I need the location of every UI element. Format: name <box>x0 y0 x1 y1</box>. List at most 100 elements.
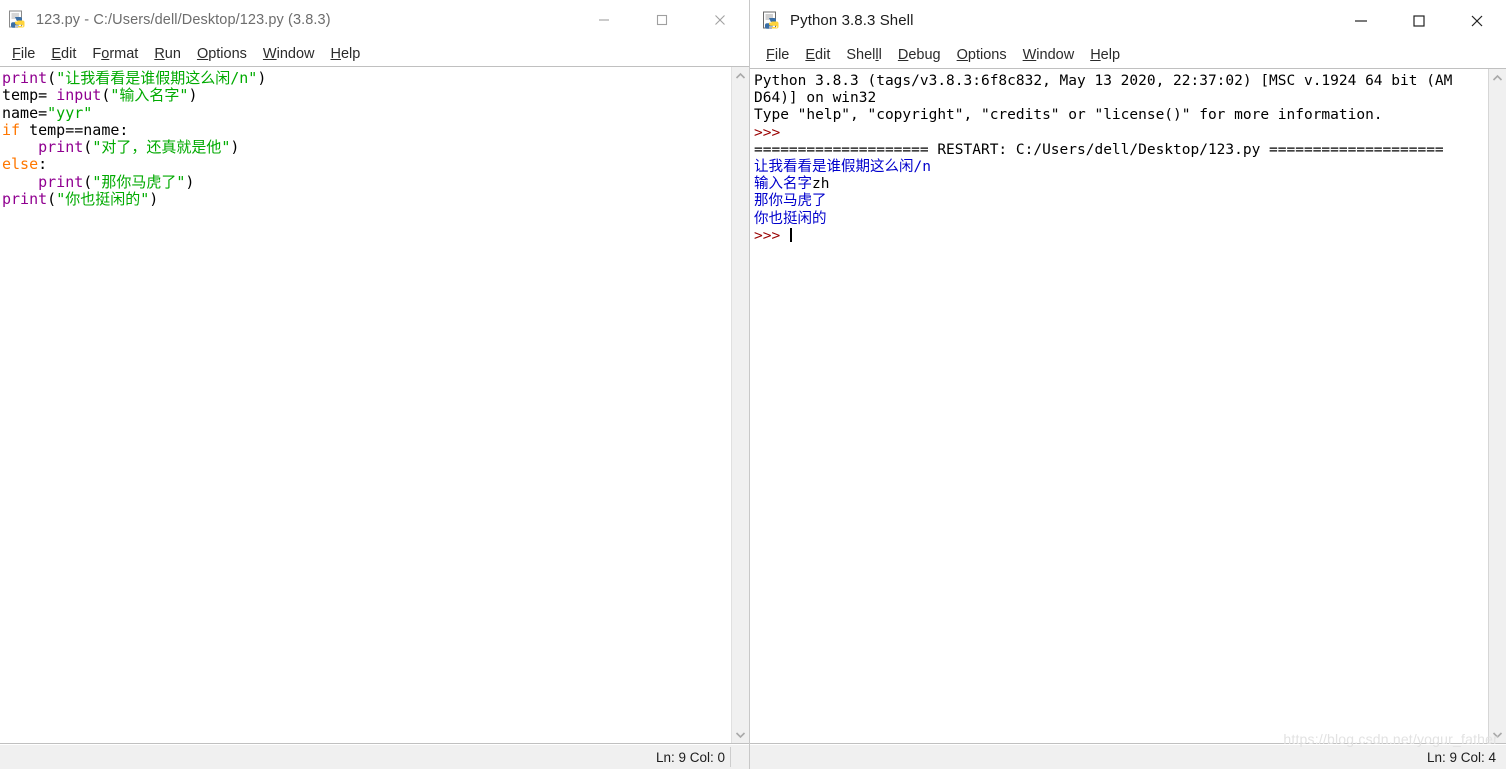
code-line: name="yyr" <box>2 103 731 122</box>
text-span-plain: : <box>38 155 48 174</box>
shell-line: D64)] on win32 <box>754 90 1488 107</box>
editor-menu-options[interactable]: Options <box>189 44 255 64</box>
text-span-plain <box>2 173 38 191</box>
text-span-stdout: 输入名字 <box>754 176 812 193</box>
text-span-plain: D64)] on win32 <box>754 90 877 107</box>
shell-line: Type "help", "copyright", "credits" or "… <box>754 107 1488 124</box>
text-span-prompt: >>> <box>754 227 789 244</box>
text-span-prompt: >>> <box>754 124 781 141</box>
text-span-kw: if <box>2 120 21 139</box>
scroll-down-icon[interactable] <box>732 726 749 743</box>
shell-output-text[interactable]: Python 3.8.3 (tags/v3.8.3:6f8c832, May 1… <box>750 69 1488 743</box>
text-span-str: "你也挺闲的" <box>56 190 150 209</box>
scroll-track[interactable] <box>732 84 749 726</box>
text-span-plain: ( <box>47 190 57 209</box>
shell-menu-options[interactable]: Options <box>949 45 1015 65</box>
text-span-plain: ( <box>83 172 93 191</box>
shell-line: ==================== RESTART: C:/Users/d… <box>754 142 1488 159</box>
maximize-button[interactable] <box>633 0 691 40</box>
text-span-plain: ) <box>185 172 195 191</box>
shell-line: 让我看看是谁假期这么闲/n <box>754 159 1488 176</box>
scroll-up-icon[interactable] <box>732 67 749 84</box>
text-span-restart: ==================== RESTART: C:/Users/d… <box>754 141 1444 158</box>
text-span-plain: ) <box>149 190 159 209</box>
text-span-plain: temp= <box>2 86 57 105</box>
text-span-plain: ( <box>47 69 57 87</box>
text-span-plain: name= <box>2 103 48 122</box>
code-line: else: <box>2 156 731 173</box>
shell-line: Python 3.8.3 (tags/v3.8.3:6f8c832, May 1… <box>754 73 1488 90</box>
text-span-builtin: print <box>38 138 84 157</box>
text-span-plain <box>2 138 38 156</box>
shell-text-area[interactable]: Python 3.8.3 (tags/v3.8.3:6f8c832, May 1… <box>750 68 1506 744</box>
text-span-plain: zh <box>812 176 830 193</box>
minimize-button[interactable] <box>1332 0 1390 41</box>
text-span-builtin: input <box>56 86 102 105</box>
shell-line: 输入名字zh <box>754 176 1488 193</box>
scroll-up-icon[interactable] <box>1489 69 1506 86</box>
editor-menu-format[interactable]: Format <box>84 44 146 64</box>
editor-menu-run[interactable]: Run <box>146 44 189 64</box>
editor-titlebar[interactable]: 123.py - C:/Users/dell/Desktop/123.py (3… <box>0 0 749 41</box>
editor-menu-help[interactable]: Help <box>323 44 369 64</box>
code-line: print("让我看看是谁假期这么闲/n") <box>2 69 731 87</box>
editor-menu-file[interactable]: File <box>4 44 43 64</box>
text-span-plain: ( <box>83 138 93 157</box>
code-line: print("那你马虎了") <box>2 172 731 191</box>
text-span-plain: ) <box>257 69 267 87</box>
shell-titlebar[interactable]: Python 3.8.3 Shell <box>750 0 1506 42</box>
text-span-stdout: 那你马虎了 <box>754 193 827 210</box>
shell-menu-shell[interactable]: Shelll <box>838 45 890 65</box>
shell-line-col-status: Ln: 9 Col: 4 <box>1426 749 1496 765</box>
text-span-builtin: print <box>2 69 48 87</box>
editor-vertical-scrollbar[interactable] <box>731 67 749 743</box>
text-caret <box>789 227 792 242</box>
text-span-plain: ) <box>188 86 198 105</box>
close-button[interactable] <box>1448 0 1506 41</box>
code-text[interactable]: print("让我看看是谁假期这么闲/n") temp= input("输入名字"… <box>0 67 731 743</box>
shell-window: Python 3.8.3 Shell File Edit Shelll Debug Op… <box>750 0 1506 769</box>
close-button[interactable] <box>691 0 749 40</box>
code-line: print("对了，还真就是他") <box>2 139 731 156</box>
shell-line: >>> <box>754 227 1488 245</box>
shell-menubar: File Edit Shelll Debug Options Window Help <box>750 42 1506 68</box>
text-span-str: "让我看看是谁假期这么闲/n" <box>56 69 258 87</box>
text-span-str: "那你马虎了" <box>92 172 186 191</box>
python-idle-icon <box>762 11 782 31</box>
code-line: temp= input("输入名字") <box>2 87 731 104</box>
minimize-button[interactable] <box>575 0 633 40</box>
python-idle-icon <box>8 10 28 30</box>
editor-menu-edit[interactable]: Edit <box>43 44 84 64</box>
text-span-builtin: print <box>2 190 48 209</box>
shell-line: 那你马虎了 <box>754 193 1488 210</box>
maximize-button[interactable] <box>1390 0 1448 41</box>
shell-vertical-scrollbar[interactable] <box>1488 69 1506 743</box>
shell-line: 你也挺闲的 <box>754 211 1488 228</box>
editor-statusbar: Ln: 9 Col: 0 <box>0 744 749 769</box>
text-span-str: "输入名字" <box>110 86 189 105</box>
text-span-str: "yyr" <box>47 103 93 122</box>
shell-statusbar: https://blog.csdn.net/yogur_father Ln: 9… <box>750 731 1506 769</box>
shell-menu-file[interactable]: File <box>758 45 797 65</box>
text-span-kw: else <box>2 155 39 174</box>
text-span-plain: Python 3.8.3 (tags/v3.8.3:6f8c832, May 1… <box>754 73 1453 89</box>
editor-window: 123.py - C:/Users/dell/Desktop/123.py (3… <box>0 0 750 769</box>
text-span-builtin: print <box>38 172 84 191</box>
text-span-plain: ) <box>230 138 240 157</box>
editor-menubar: File Edit Format Run Options Window Help <box>0 41 749 66</box>
shell-menu-window[interactable]: Window <box>1015 45 1083 65</box>
editor-text-area[interactable]: print("让我看看是谁假期这么闲/n") temp= input("输入名字"… <box>0 66 749 744</box>
shell-menu-help[interactable]: Help <box>1082 45 1128 65</box>
editor-title: 123.py - C:/Users/dell/Desktop/123.py (3… <box>36 12 331 28</box>
editor-window-controls <box>575 0 749 40</box>
text-span-plain: temp==name: <box>20 120 129 139</box>
scroll-down-icon[interactable] <box>1489 726 1506 743</box>
editor-line-col-status: Ln: 9 Col: 0 <box>655 749 725 765</box>
shell-menu-debug[interactable]: Debug <box>890 45 949 65</box>
scroll-track[interactable] <box>1489 86 1506 726</box>
text-span-plain: Type "help", "copyright", "credits" or "… <box>754 107 1383 124</box>
shell-menu-edit[interactable]: Edit <box>797 45 838 65</box>
code-line: print("你也挺闲的") <box>2 190 731 209</box>
text-span-stdout: 让我看看是谁假期这么闲/n <box>754 159 931 176</box>
editor-menu-window[interactable]: Window <box>255 44 323 64</box>
